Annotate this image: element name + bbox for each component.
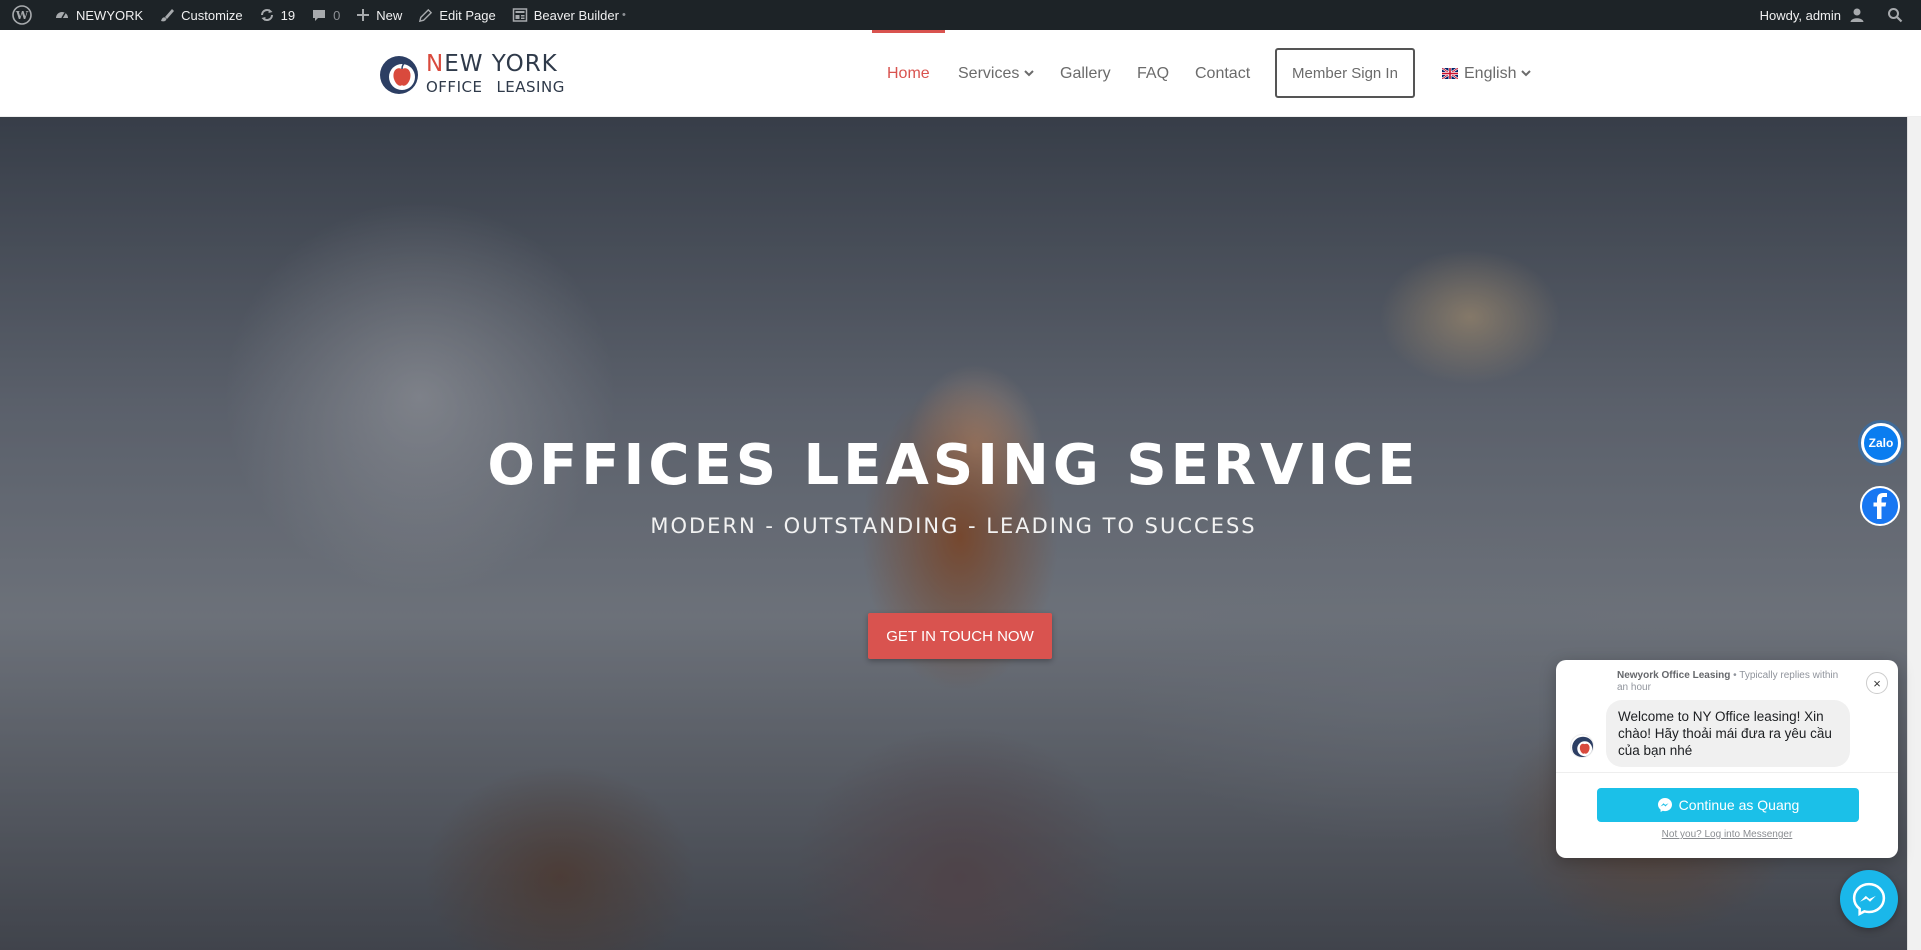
close-icon: × bbox=[1873, 675, 1881, 691]
member-sign-in-button[interactable]: Member Sign In bbox=[1275, 48, 1415, 98]
comments-count: 0 bbox=[333, 7, 341, 23]
site-name-label: NEWYORK bbox=[76, 7, 144, 23]
logo-line2-b: LEASING bbox=[496, 78, 565, 96]
nav-faq-label: FAQ bbox=[1137, 64, 1170, 82]
admin-bar-customize[interactable]: Customize bbox=[151, 0, 250, 30]
search-icon bbox=[1888, 8, 1903, 23]
admin-bar-right: Howdy, admin bbox=[1752, 0, 1917, 30]
nav-gallery-label: Gallery bbox=[1060, 64, 1111, 82]
chevron-down-icon bbox=[1024, 70, 1035, 77]
page-builder-icon bbox=[512, 8, 527, 22]
facebook-button[interactable] bbox=[1860, 486, 1900, 526]
chat-page-meta: Newyork Office Leasing • Typically repli… bbox=[1617, 670, 1852, 694]
user-avatar-icon bbox=[1850, 8, 1864, 22]
messenger-chat-widget: × Newyork Office Leasing • Typically rep… bbox=[1556, 660, 1898, 858]
apple-logo-icon bbox=[378, 53, 420, 95]
admin-bar-search[interactable] bbox=[1879, 0, 1917, 30]
nav-services-label: Services bbox=[958, 64, 1020, 82]
page-scrollbar[interactable] bbox=[1907, 117, 1921, 950]
get-in-touch-label: GET IN TOUCH NOW bbox=[886, 627, 1034, 645]
updates-icon bbox=[260, 9, 273, 21]
howdy-label: Howdy, admin bbox=[1759, 7, 1841, 23]
wordpress-logo-icon[interactable]: W bbox=[4, 0, 46, 30]
nav-home[interactable]: Home bbox=[872, 30, 945, 117]
customize-label: Customize bbox=[181, 7, 243, 23]
zalo-chat-button[interactable]: Zalo bbox=[1861, 423, 1901, 463]
brush-icon bbox=[161, 9, 175, 22]
chat-close-button[interactable]: × bbox=[1866, 672, 1888, 694]
comment-icon bbox=[313, 10, 326, 21]
uk-flag-icon bbox=[1442, 68, 1458, 79]
continue-as-label: Continue as Quang bbox=[1678, 797, 1800, 813]
chat-page-name: Newyork Office Leasing bbox=[1617, 670, 1731, 681]
nav-services[interactable]: Services bbox=[958, 30, 1035, 117]
beaver-builder-marker: • bbox=[621, 9, 626, 21]
dashboard-icon bbox=[56, 12, 68, 19]
hero-subtitle: MODERN - OUTSTANDING - LEADING TO SUCCES… bbox=[650, 514, 1257, 538]
site-header: NEW YORK OFFICE LEASING Home Services Gal… bbox=[0, 30, 1921, 117]
logo-initial: N bbox=[426, 51, 445, 77]
get-in-touch-button[interactable]: GET IN TOUCH NOW bbox=[868, 613, 1052, 659]
wp-admin-bar: W NEWYORK Customize 19 0 New Edit Page B… bbox=[0, 0, 1921, 30]
nav-home-label: Home bbox=[887, 64, 930, 82]
admin-bar-site-name[interactable]: NEWYORK bbox=[46, 0, 151, 30]
admin-bar-new[interactable]: New bbox=[348, 0, 410, 30]
beaver-builder-label: Beaver Builder bbox=[533, 7, 619, 23]
hero-title: OFFICES LEASING SERVICE bbox=[487, 433, 1420, 498]
messenger-icon bbox=[1852, 882, 1886, 916]
zalo-icon-label: Zalo bbox=[1868, 436, 1894, 450]
chat-meta-separator: • bbox=[1733, 670, 1737, 681]
admin-bar-left: W NEWYORK Customize 19 0 New Edit Page B… bbox=[0, 0, 634, 30]
logo-wordmark: NEW YORK OFFICE LEASING bbox=[426, 53, 565, 95]
updates-count: 19 bbox=[280, 7, 296, 23]
admin-bar-comments[interactable]: 0 bbox=[303, 0, 348, 30]
admin-bar-updates[interactable]: 19 bbox=[251, 0, 303, 30]
chat-divider bbox=[1556, 772, 1898, 773]
new-label: New bbox=[376, 7, 403, 23]
logo-line-1: NEW YORK bbox=[426, 53, 565, 76]
plus-icon bbox=[357, 9, 370, 21]
nav-contact[interactable]: Contact bbox=[1195, 30, 1250, 117]
language-switcher[interactable]: English bbox=[1442, 30, 1532, 117]
language-label: English bbox=[1464, 64, 1517, 82]
chat-welcome-message: Welcome to NY Office leasing! Xin chào! … bbox=[1606, 700, 1850, 767]
logo-line-2: OFFICE LEASING bbox=[426, 80, 565, 95]
nav-contact-label: Contact bbox=[1195, 64, 1251, 82]
site-logo[interactable]: NEW YORK OFFICE LEASING bbox=[378, 50, 565, 98]
member-sign-in-label: Member Sign In bbox=[1292, 64, 1398, 82]
logo-line1-rest: EW YORK bbox=[444, 51, 558, 77]
messenger-launcher-button[interactable] bbox=[1840, 870, 1898, 928]
messenger-icon bbox=[1657, 798, 1672, 812]
nav-faq[interactable]: FAQ bbox=[1137, 30, 1169, 117]
log-into-messenger-link[interactable]: Not you? Log into Messenger bbox=[1556, 829, 1898, 840]
facebook-icon bbox=[1873, 493, 1887, 519]
edit-page-label: Edit Page bbox=[439, 7, 496, 23]
svg-text:W: W bbox=[15, 9, 29, 22]
nav-gallery[interactable]: Gallery bbox=[1060, 30, 1111, 117]
admin-bar-account[interactable]: Howdy, admin bbox=[1752, 0, 1879, 30]
pencil-icon bbox=[419, 8, 433, 22]
logo-line2-a: OFFICE bbox=[426, 78, 483, 96]
chevron-down-icon bbox=[1521, 70, 1532, 77]
chat-page-avatar bbox=[1570, 734, 1594, 758]
admin-bar-edit-page[interactable]: Edit Page bbox=[410, 0, 503, 30]
admin-bar-beaver-builder[interactable]: Beaver Builder • bbox=[504, 0, 634, 30]
continue-as-button[interactable]: Continue as Quang bbox=[1597, 788, 1859, 822]
